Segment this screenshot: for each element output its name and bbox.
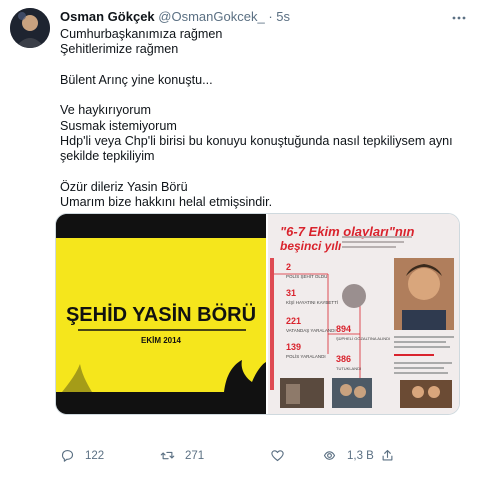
stat-label: ŞÜPHELİ GÖZALTINA ALINDI: [336, 336, 390, 341]
separator: ·: [268, 9, 273, 24]
stat-label: KİŞİ HAYATINI KAYBETTİ: [286, 299, 338, 305]
share-button[interactable]: [380, 448, 405, 463]
retweet-icon: [160, 451, 175, 460]
stat-value: 139: [286, 342, 301, 352]
stat-label: POLİS ŞEHİT OLDU: [286, 273, 327, 279]
retweet-count: 271: [185, 449, 205, 462]
author-handle[interactable]: @OsmanGokcek_: [158, 9, 264, 24]
tweet-text: Cumhurbaşkanımıza rağmen Şehitlerimize r…: [60, 27, 460, 211]
tweet-line: Susmak istemiyorum: [60, 118, 177, 133]
heart-icon: [271, 450, 284, 462]
stat-value: 31: [286, 288, 296, 298]
share-icon: [382, 449, 393, 461]
avatar-image: [10, 8, 50, 48]
tweet-media[interactable]: ŞEHİD YASİN BÖRÜ EKİM 2014 "6-7 Ekim ola…: [55, 213, 460, 415]
media-image-left[interactable]: ŞEHİD YASİN BÖRÜ EKİM 2014: [56, 214, 266, 414]
views-button[interactable]: 1,3 B: [322, 448, 374, 463]
stat-label: TUTUKLANDI: [336, 366, 361, 371]
stat-label: VATANDAŞ YARALANDI: [286, 328, 336, 333]
tweet-line: Şehitlerimize rağmen: [60, 42, 179, 57]
more-horizontal-icon: [452, 16, 466, 20]
tweet-line: Bülent Arınç yine konuştu...: [60, 72, 213, 87]
infographic-headline-2: beşinci yılı: [280, 239, 342, 253]
views-count: 1,3 B: [347, 449, 374, 462]
tweet-line: Cumhurbaşkanımıza rağmen: [60, 27, 223, 41]
poster-subtitle: EKİM 2014: [141, 336, 182, 345]
tweet-header: Osman Gökçek @OsmanGokcek_ · 5s: [60, 9, 290, 24]
author-name[interactable]: Osman Gökçek: [60, 9, 155, 24]
tweet-line: Özür dileriz Yasin Börü: [60, 179, 188, 194]
avatar[interactable]: [10, 8, 50, 48]
stat-value: 2: [286, 262, 291, 272]
stat-value: 894: [336, 324, 351, 334]
memorial-poster: ŞEHİD YASİN BÖRÜ EKİM 2014: [56, 214, 266, 414]
media-image-right[interactable]: "6-7 Ekim olayları"nın beşinci yılı 2 PO…: [268, 214, 459, 414]
tweet-actions: 122 271 1,3 B: [60, 448, 460, 466]
views-icon: [323, 451, 336, 460]
reply-count: 122: [85, 449, 105, 462]
tweet-line: şekilde tepkiliyim: [60, 149, 155, 164]
tweet-line: Umarım bize hakkını helal etmişsindir.: [60, 195, 273, 210]
tweet: Osman Gökçek @OsmanGokcek_ · 5s Cumhurba…: [0, 0, 479, 483]
tweet-line: Hdp'li veya Chp'li birisi bu konuyu konu…: [60, 134, 453, 149]
like-button[interactable]: [270, 448, 295, 463]
infographic: "6-7 Ekim olayları"nın beşinci yılı 2 PO…: [268, 214, 459, 414]
tweet-line: Ve haykırıyorum: [60, 103, 151, 118]
reply-button[interactable]: 122: [60, 448, 104, 463]
stat-label: POLİS YARALANDI: [286, 353, 326, 359]
stat-value: 386: [336, 354, 351, 364]
retweet-button[interactable]: 271: [160, 448, 204, 463]
reply-icon: [61, 449, 74, 462]
poster-title: ŞEHİD YASİN BÖRÜ: [66, 303, 256, 326]
stat-value: 221: [286, 316, 301, 326]
tweet-time[interactable]: 5s: [276, 9, 290, 24]
